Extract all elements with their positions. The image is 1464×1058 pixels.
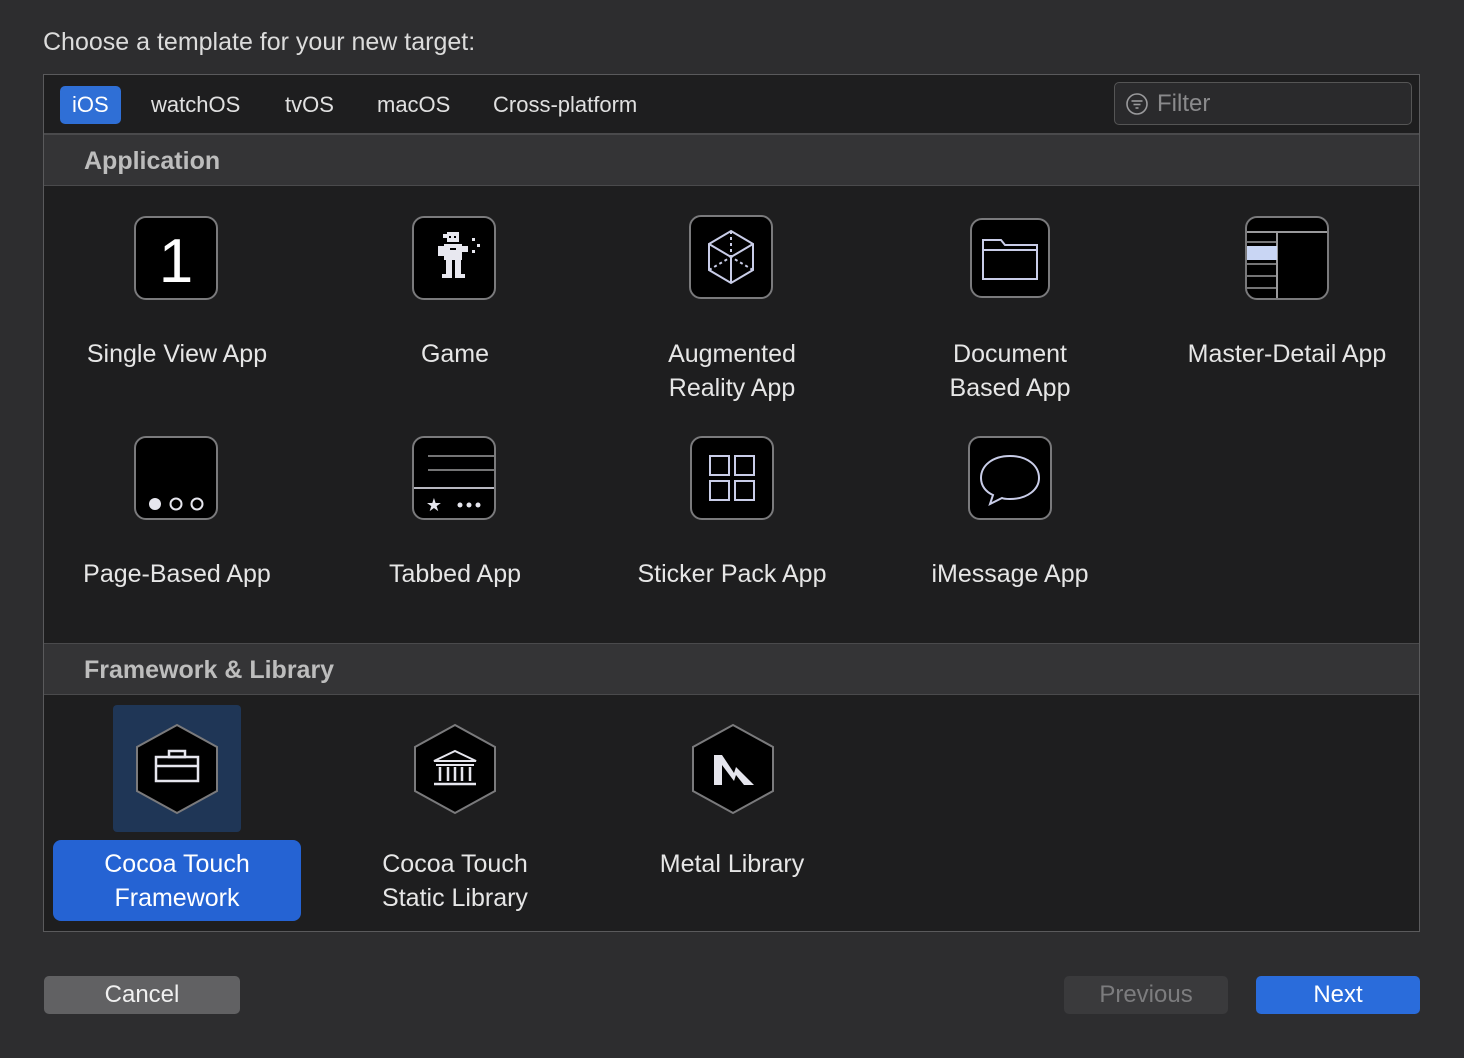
template-label: Tabbed App [388,560,522,588]
filter-input[interactable] [1155,87,1399,121]
tab-watchos[interactable]: watchOS [139,86,252,124]
template-label: Document Based App [949,340,1071,402]
next-button[interactable]: Next [1256,976,1420,1014]
filter-icon [1126,93,1148,115]
single-view-icon: 1 [134,216,218,300]
metal-icon [690,723,776,815]
master-detail-icon [1245,216,1329,300]
cancel-button[interactable]: Cancel [44,976,240,1014]
grid-icon [690,436,774,520]
template-label: Sticker Pack App [637,560,827,588]
template-label: Game [420,340,490,368]
template-panel: iOS watchOS tvOS macOS Cross-platform Ap… [43,74,1420,932]
tab-ios[interactable]: iOS [60,86,121,124]
dialog-prompt: Choose a template for your new target: [43,28,476,56]
tab-cross-platform[interactable]: Cross-platform [481,86,649,124]
template-label: Metal Library [659,850,805,878]
game-icon [412,216,496,300]
tab-tvos[interactable]: tvOS [273,86,346,124]
template-label: Master-Detail App [1187,340,1387,368]
template-label: Augmented Reality App [668,340,796,402]
section-title: Framework & Library [84,656,335,684]
speech-bubble-icon [968,436,1052,520]
library-building-icon [412,723,498,815]
template-label: iMessage App [931,560,1089,588]
section-title: Application [84,147,221,175]
template-label: Page-Based App [83,560,271,588]
folder-icon [970,218,1050,298]
tabbed-icon: ★ [412,436,496,520]
page-dots-icon [134,436,218,520]
section-header-application: Application [44,134,1419,186]
filter-field[interactable] [1114,82,1412,125]
tab-macos[interactable]: macOS [365,86,462,124]
svg-text:★: ★ [426,495,442,516]
svg-text:1: 1 [159,227,193,296]
ar-cube-icon [689,215,773,299]
template-label: Cocoa Touch Static Library [382,850,528,912]
platform-tab-bar: iOS watchOS tvOS macOS Cross-platform [44,75,1419,134]
toolbox-icon [134,723,220,815]
previous-button[interactable]: Previous [1064,976,1228,1014]
section-header-framework-library: Framework & Library [44,643,1419,695]
template-label: Cocoa Touch Framework [104,850,250,912]
template-label: Single View App [86,340,268,368]
